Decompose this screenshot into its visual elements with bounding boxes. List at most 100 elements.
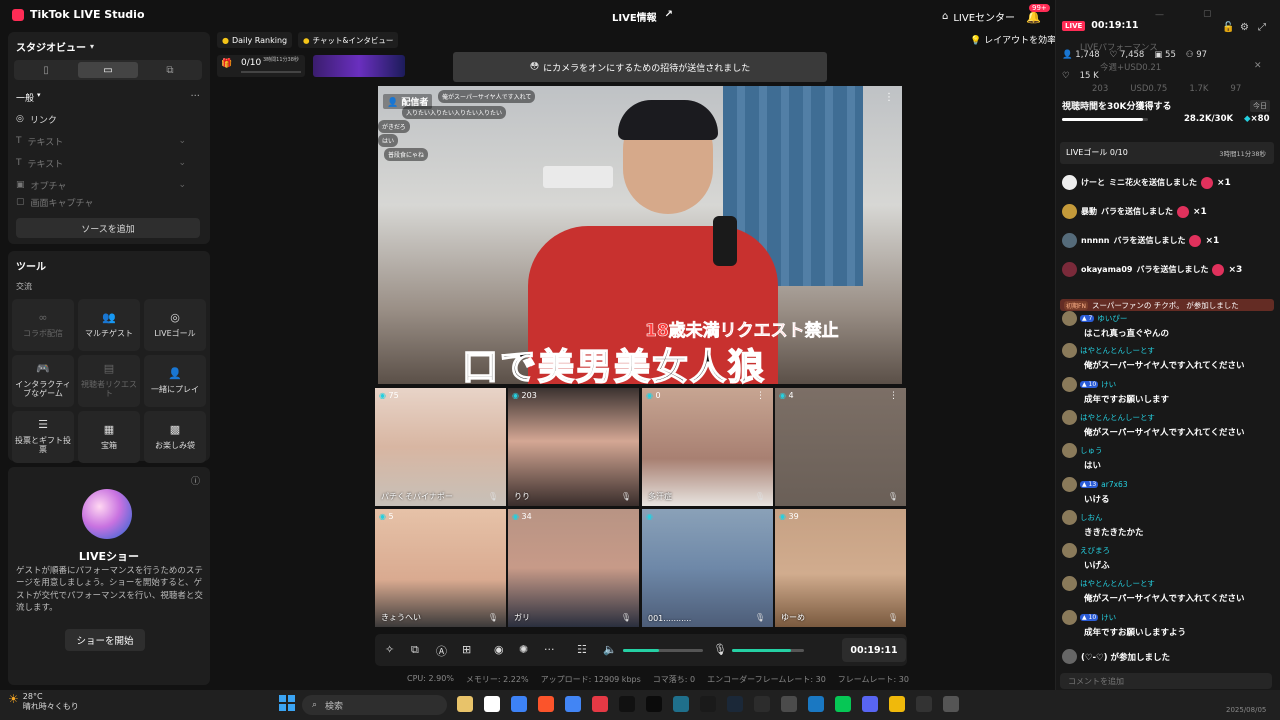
- microphone-icon[interactable]: 🎙: [755, 492, 765, 501]
- gear-icon[interactable]: [943, 696, 959, 712]
- guest-tile[interactable]: ◉ 34 ガリ 🎙: [508, 509, 639, 627]
- goal-strip[interactable]: 🎁 0/10 3時間11分38秒: [217, 55, 305, 77]
- tool-interactive-game[interactable]: 🎮 インタラクティブなゲーム: [12, 355, 74, 407]
- guest-tile[interactable]: ◉ 001........... 🎙: [642, 509, 773, 627]
- source-text-1[interactable]: T テキスト ⌄: [16, 130, 186, 152]
- taskbar-search[interactable]: ⌕ 検索: [302, 695, 447, 715]
- chat-username[interactable]: しおん: [1080, 512, 1103, 523]
- app-icon[interactable]: [916, 696, 932, 712]
- tool-lucky-bag[interactable]: ▩ お楽しみ袋: [144, 411, 206, 463]
- ai-icon[interactable]: Ⓐ: [436, 643, 447, 659]
- microphone-icon[interactable]: 🎙: [888, 613, 898, 622]
- line-icon[interactable]: [835, 696, 851, 712]
- microphone-icon[interactable]: 🎙: [888, 492, 898, 501]
- microphone-icon[interactable]: 🎙: [488, 613, 498, 622]
- tool-viewer-request[interactable]: ▤ 視聴者リクエスト: [78, 355, 140, 407]
- popout-icon[interactable]: ⤢: [1258, 22, 1266, 33]
- live-center-button[interactable]: ⌂ LIVEセンター: [942, 9, 1015, 24]
- chat-username[interactable]: ゆいぴー: [1097, 313, 1127, 324]
- microphone-icon[interactable]: 🎙: [621, 492, 631, 501]
- gear-icon[interactable]: ⚙: [1240, 22, 1249, 33]
- maximize-icon[interactable]: ▢: [1203, 9, 1212, 19]
- steam-icon[interactable]: [727, 696, 743, 712]
- add-scene-icon[interactable]: ⊞: [462, 643, 471, 656]
- guest-tile[interactable]: ◉ 203 りり 🎙: [508, 388, 639, 506]
- source-link[interactable]: ◎ リンク: [16, 108, 186, 130]
- app-icon[interactable]: [673, 696, 689, 712]
- close-icon[interactable]: ✕: [1254, 61, 1262, 71]
- guest-tile[interactable]: ◉ 4 🎙 ⋮: [775, 388, 906, 506]
- chrome-icon[interactable]: [565, 696, 581, 712]
- chat-username[interactable]: けい: [1101, 379, 1116, 390]
- tool-multi-guest[interactable]: 👥 マルチゲスト: [78, 299, 140, 351]
- magic-wand-icon[interactable]: ✧: [385, 643, 394, 656]
- more-icon[interactable]: ···: [190, 91, 200, 102]
- app-icon[interactable]: [889, 696, 905, 712]
- volume-slider[interactable]: [623, 649, 703, 652]
- more-icon[interactable]: ···: [544, 643, 555, 656]
- more-icon[interactable]: ⋮: [756, 391, 765, 401]
- microphone-icon[interactable]: 🎙: [755, 613, 765, 622]
- start-show-button[interactable]: ショーを開始: [65, 629, 145, 651]
- section-general[interactable]: 一般 ▾: [16, 91, 41, 104]
- chat-interview-button[interactable]: ● チャット&インタビュー: [298, 32, 399, 48]
- chat-username[interactable]: ar7x63: [1101, 480, 1127, 489]
- brave-icon[interactable]: [538, 696, 554, 712]
- guest-tile[interactable]: ◉ 39 ゆーめ 🎙: [775, 509, 906, 627]
- tool-live-goal[interactable]: ◎ LIVEゴール: [144, 299, 206, 351]
- file-explorer-icon[interactable]: [457, 696, 473, 712]
- microphone-icon[interactable]: 🎙: [488, 492, 498, 501]
- screen-share-icon[interactable]: ⧉: [411, 643, 419, 657]
- layout-tip[interactable]: 💡 レイアウトを効率: [970, 33, 1056, 46]
- effects-icon[interactable]: ✺: [519, 643, 528, 656]
- windows-start-icon[interactable]: [279, 695, 295, 711]
- microphone-icon[interactable]: 🎙: [621, 613, 631, 622]
- lock-icon[interactable]: 🔓: [1222, 22, 1234, 33]
- capcut-icon[interactable]: [646, 696, 662, 712]
- portrait-view-tab[interactable]: ▯: [16, 62, 76, 78]
- guest-tile[interactable]: ◉ 0 多汗症 🎙 ⋮: [642, 388, 773, 506]
- settings-sliders-icon[interactable]: ☷: [577, 643, 587, 656]
- source-opcha[interactable]: ▣ オプチャ ⌄: [16, 174, 186, 196]
- more-icon[interactable]: ⋮: [889, 391, 898, 401]
- chat-username[interactable]: はやとんとんしーとす: [1080, 345, 1155, 356]
- app-icon[interactable]: [781, 696, 797, 712]
- chat-username[interactable]: はやとんとんしーとす: [1080, 412, 1155, 423]
- promo-banner[interactable]: [313, 55, 405, 77]
- add-source-button[interactable]: ソースを追加: [16, 218, 200, 238]
- chat-username[interactable]: けい: [1101, 612, 1116, 623]
- store-icon[interactable]: [511, 696, 527, 712]
- microphone-icon[interactable]: 🎙: [713, 643, 727, 656]
- more-icon[interactable]: ⋮: [884, 92, 894, 103]
- chevron-down-icon[interactable]: ▾: [90, 42, 94, 51]
- minimize-icon[interactable]: —: [1155, 10, 1164, 20]
- mic-slider[interactable]: [732, 649, 804, 652]
- app-icon[interactable]: [700, 696, 716, 712]
- speaker-icon[interactable]: 🔈: [603, 643, 617, 656]
- chat-username[interactable]: はやとんとんしーとす: [1080, 578, 1155, 589]
- tiktok-icon[interactable]: [619, 696, 635, 712]
- chat-username[interactable]: しゅう: [1080, 445, 1103, 456]
- weather-widget[interactable]: ☀ 28°C 晴れ時々くもり: [8, 692, 79, 712]
- dual-view-tab[interactable]: ⧉: [140, 62, 200, 78]
- tool-collab[interactable]: ∞ コラボ配信: [12, 299, 74, 351]
- live-info-button[interactable]: LIVE情報 ↗: [612, 9, 673, 24]
- help-icon[interactable]: ⓘ: [191, 474, 200, 487]
- app-icon[interactable]: [754, 696, 770, 712]
- comment-input[interactable]: コメントを追加: [1060, 673, 1272, 689]
- daily-ranking-button[interactable]: ● Daily Ranking: [217, 32, 293, 48]
- tool-treasure-box[interactable]: ▦ 宝箱: [78, 411, 140, 463]
- tool-poll[interactable]: ☰ 投票とギフト投票: [12, 411, 74, 463]
- guest-tile[interactable]: ◉ 75 パチくそパイナポー 🎙: [375, 388, 506, 506]
- discord-icon[interactable]: [862, 696, 878, 712]
- tool-play-together[interactable]: 👤 一緒にプレイ: [144, 355, 206, 407]
- source-screen-capture[interactable]: ▢ 画面キャプチャ: [16, 196, 186, 208]
- bell-icon[interactable]: 🔔: [1026, 10, 1041, 24]
- guest-tile[interactable]: ◉ 5 きょうへい 🎙: [375, 509, 506, 627]
- notepad-icon[interactable]: [484, 696, 500, 712]
- record-icon[interactable]: ◉: [494, 643, 504, 656]
- chat-username[interactable]: えびまろ: [1080, 545, 1110, 556]
- app-icon[interactable]: [808, 696, 824, 712]
- landscape-view-tab[interactable]: ▭: [78, 62, 138, 78]
- app-icon[interactable]: [592, 696, 608, 712]
